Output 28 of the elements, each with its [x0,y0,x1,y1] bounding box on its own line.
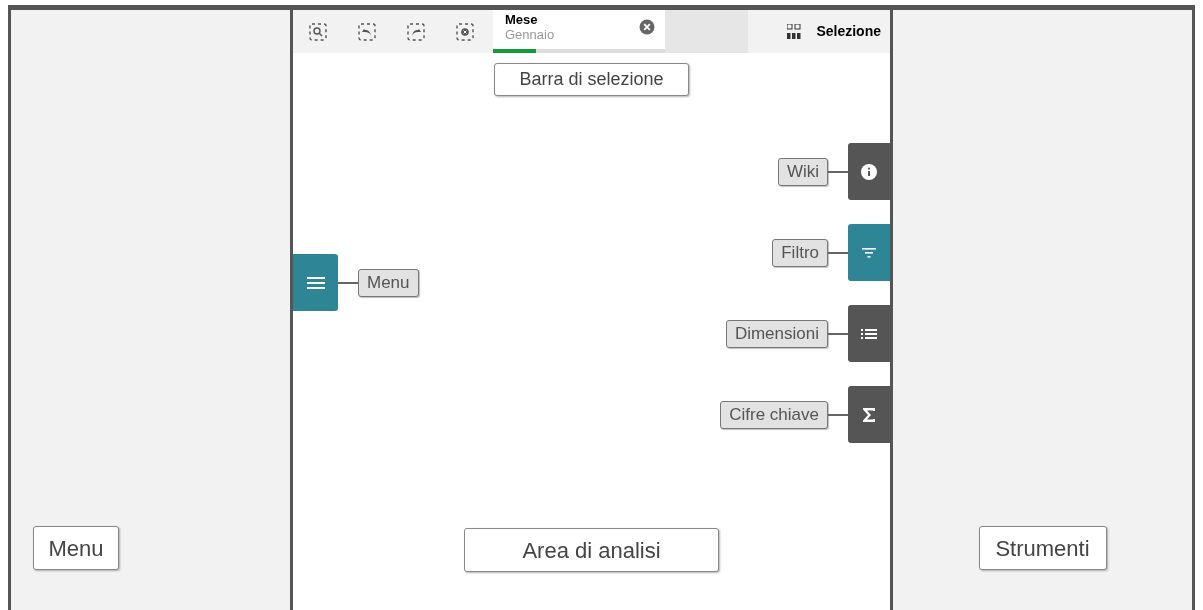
selection-bar-label: Barra di selezione [494,63,689,96]
selection-button[interactable]: Selezione [816,21,881,42]
undo-icon[interactable] [358,22,376,41]
grid-icon[interactable] [787,23,802,40]
tab-callout: Cifre chiave [720,400,828,429]
info-icon [861,163,877,180]
tab-callout: Wiki [777,157,828,186]
clear-selection-icon[interactable] [456,22,474,41]
tab-callout: Filtro [772,238,828,267]
clear-icon[interactable] [639,19,655,35]
tools-label: Strumenti [978,526,1107,570]
sigma-icon [862,406,876,423]
selection-chip[interactable]: Mese Gennaio [493,10,665,53]
zoom-selection-icon[interactable] [309,22,327,41]
field-value: Gennaio [505,27,555,42]
analysis-area-label: Area di analisi [464,528,719,572]
list-icon [861,327,877,340]
menu-button[interactable] [293,254,338,311]
filter-icon [862,246,876,259]
side-tab[interactable] [848,386,890,443]
tab-callout: Dimensioni [725,319,828,348]
menu-callout: Menu [358,268,419,297]
field-name: Mese [505,12,539,27]
redo-icon[interactable] [407,22,425,41]
menu-icon [306,275,325,290]
side-tab[interactable] [848,143,890,200]
side-tab[interactable] [848,305,890,362]
menu-label: Menu [33,526,119,570]
